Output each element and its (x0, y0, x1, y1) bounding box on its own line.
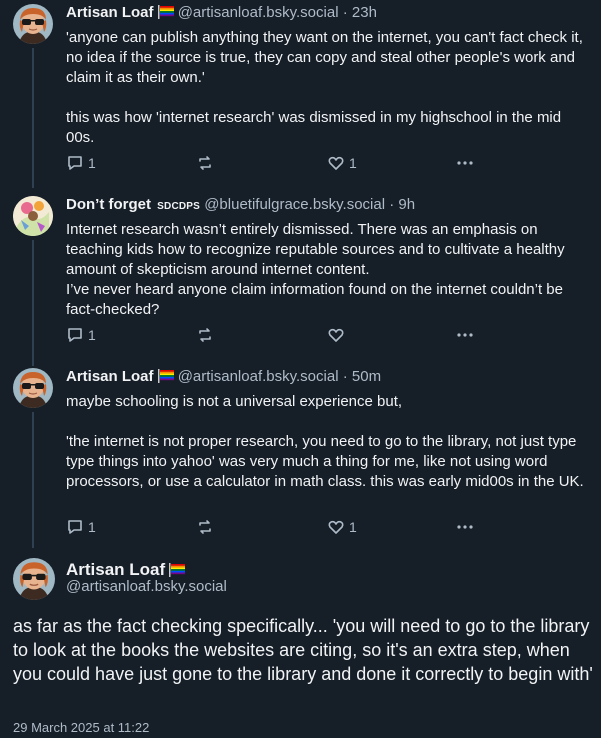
avatar[interactable] (13, 4, 53, 44)
heart-icon (328, 520, 344, 534)
avatar[interactable] (13, 368, 53, 408)
post-timestamp[interactable]: 29 March 2025 at 11:22 (13, 720, 149, 735)
repost-button[interactable] (196, 518, 218, 536)
post-actions: 1 1 (66, 154, 486, 174)
more-icon (457, 525, 473, 529)
reply-icon (68, 328, 82, 342)
reply-count: 1 (88, 155, 96, 171)
post-time[interactable]: 9h (398, 196, 415, 213)
author-name[interactable]: Artisan Loaf (66, 4, 154, 21)
avatar[interactable] (13, 558, 55, 600)
repost-icon (199, 520, 211, 534)
post-body: maybe schooling is not a universal exper… (66, 392, 586, 492)
author-badge: SDCDPS (157, 201, 201, 212)
post-paragraph: 'anyone can publish anything they want o… (66, 29, 583, 86)
separator: · (342, 368, 348, 385)
thread-line (32, 48, 34, 188)
separator: · (342, 4, 348, 21)
repost-icon (199, 156, 211, 170)
like-button[interactable] (327, 326, 349, 344)
reply-count: 1 (88, 327, 96, 343)
post-paragraph: this was how 'internet research' was dis… (66, 109, 562, 146)
post-actions: 1 1 (66, 518, 486, 538)
more-icon (457, 161, 473, 165)
thread-line (32, 412, 34, 548)
like-button[interactable]: 1 (327, 518, 357, 536)
post-body: 'anyone can publish anything they want o… (66, 28, 586, 148)
thread-line (32, 240, 34, 366)
post-paragraph: maybe schooling is not a universal exper… (66, 393, 403, 410)
thread-post-3[interactable]: Artisan Loaf @artisanloaf.bsky.social · … (0, 364, 601, 548)
like-count: 1 (349, 155, 357, 171)
author-name[interactable]: Artisan Loaf (66, 560, 165, 579)
thread-post-1[interactable]: Artisan Loaf @artisanloaf.bsky.social · … (0, 0, 601, 188)
post-body: as far as the fact checking specifically… (13, 616, 593, 684)
post-header: Artisan Loaf @artisanloaf.bsky.social · … (66, 4, 377, 23)
author-handle[interactable]: @bluetifulgrace.bsky.social (204, 196, 385, 213)
author-handle[interactable]: @artisanloaf.bsky.social (178, 4, 339, 21)
avatar[interactable] (13, 196, 53, 236)
post-header: Artisan Loaf @artisanloaf.bsky.social · … (66, 368, 381, 387)
focused-post: Artisan Loaf @artisanloaf.bsky.social as… (0, 556, 601, 738)
more-options-button[interactable] (456, 154, 474, 172)
like-button[interactable]: 1 (327, 154, 357, 172)
post-header: Don’t forget SDCDPS @bluetifulgrace.bsky… (66, 196, 415, 213)
post-time[interactable]: 23h (352, 4, 377, 21)
post-actions: 1 (66, 326, 486, 346)
heart-icon (328, 156, 344, 170)
reply-button[interactable]: 1 (66, 326, 96, 344)
more-options-button[interactable] (456, 326, 474, 344)
repost-button[interactable] (196, 154, 218, 172)
post-body: Internet research wasn’t entirely dismis… (66, 220, 586, 320)
reply-button[interactable]: 1 (66, 518, 96, 536)
post-paragraph: 'the internet is not proper research, yo… (66, 433, 584, 490)
author-name[interactable]: Don’t forget (66, 196, 151, 213)
reply-icon (68, 156, 82, 170)
more-icon (457, 333, 473, 337)
post-paragraph: Internet research wasn’t entirely dismis… (66, 221, 565, 278)
thread-post-2[interactable]: Don’t forget SDCDPS @bluetifulgrace.bsky… (0, 192, 601, 366)
rainbow-flag-icon (157, 369, 174, 387)
reply-button[interactable]: 1 (66, 154, 96, 172)
post-time[interactable]: 50m (352, 368, 381, 385)
repost-icon (199, 328, 211, 342)
reply-icon (68, 520, 82, 534)
post-paragraph: I’ve never heard anyone claim informatio… (66, 281, 563, 318)
rainbow-flag-icon (157, 5, 174, 23)
heart-icon (328, 328, 344, 342)
reply-count: 1 (88, 519, 96, 535)
author-name[interactable]: Artisan Loaf (66, 368, 154, 385)
author-handle[interactable]: @artisanloaf.bsky.social (178, 368, 339, 385)
author-handle[interactable]: @artisanloaf.bsky.social (66, 578, 227, 595)
separator: · (389, 196, 395, 213)
more-options-button[interactable] (456, 518, 474, 536)
repost-button[interactable] (196, 326, 218, 344)
like-count: 1 (349, 519, 357, 535)
